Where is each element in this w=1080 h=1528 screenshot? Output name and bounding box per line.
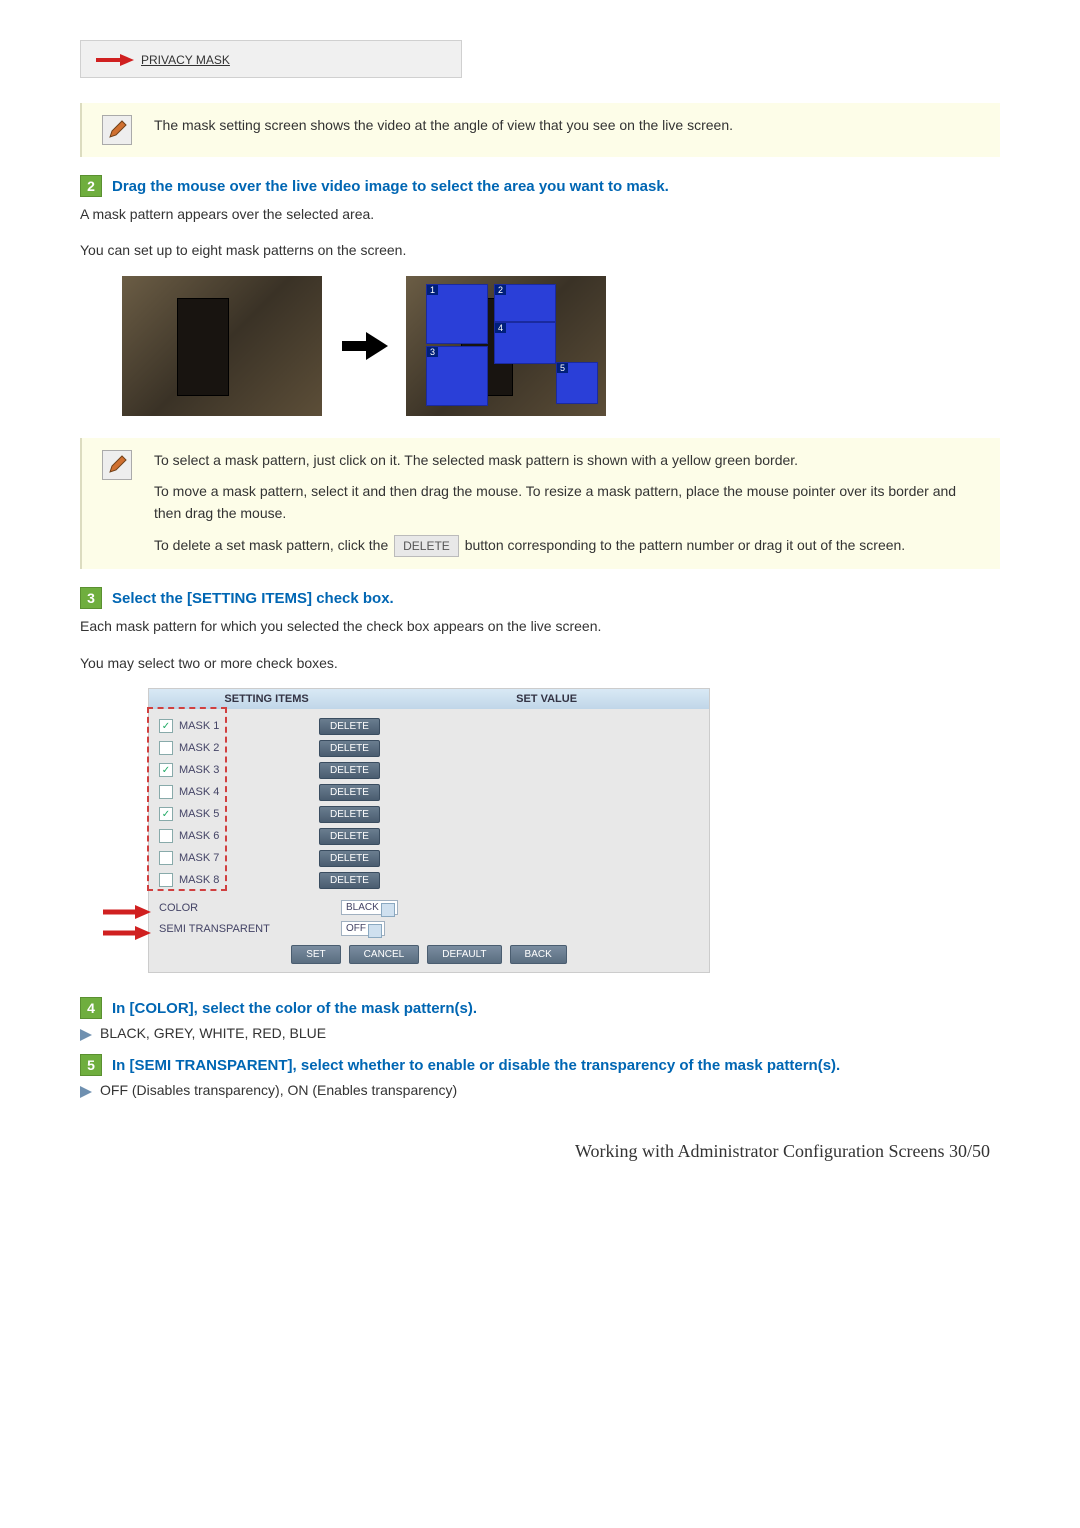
step-3-heading: 3 Select the [SETTING ITEMS] check box. [80, 587, 1000, 609]
default-button[interactable]: DEFAULT [427, 945, 501, 964]
settings-table: SETTING ITEMS SET VALUE ✓MASK 1DELETEMAS… [148, 688, 710, 973]
page-footer: Working with Administrator Configuration… [80, 1141, 1000, 1162]
delete-button[interactable]: DELETE [319, 740, 380, 757]
mask-label: MASK 2 [179, 742, 319, 754]
mask-label-5: 5 [557, 363, 568, 373]
mask-checkbox[interactable] [159, 873, 173, 887]
pencil-icon [102, 115, 132, 145]
mask-label: MASK 1 [179, 720, 319, 732]
step-4-bullet: BLACK, GREY, WHITE, RED, BLUE [80, 1025, 1000, 1044]
note-2-p2: To move a mask pattern, select it and th… [154, 481, 980, 524]
mask-checkbox[interactable] [159, 829, 173, 843]
step-5-bullet: OFF (Disables transparency), ON (Enables… [80, 1082, 1000, 1101]
step-4-bullet-text: BLACK, GREY, WHITE, RED, BLUE [100, 1025, 326, 1041]
note-1-text: The mask setting screen shows the video … [154, 115, 980, 137]
color-select[interactable]: BLACK [341, 900, 398, 915]
mask-checkbox[interactable]: ✓ [159, 807, 173, 821]
mask-illustration-row: 1 2 3 4 5 [122, 276, 1000, 416]
step-3-title: Select the [SETTING ITEMS] check box. [112, 587, 394, 609]
arrow-right-icon [340, 330, 388, 362]
color-row: COLOR BLACK [149, 897, 709, 918]
mask-label-1: 1 [427, 285, 438, 295]
delete-button[interactable]: DELETE [319, 806, 380, 823]
mask-label: MASK 3 [179, 764, 319, 776]
step-5-heading: 5 In [SEMI TRANSPARENT], select whether … [80, 1054, 1000, 1076]
mask-label-2: 2 [495, 285, 506, 295]
note-2-p3b: button corresponding to the pattern numb… [465, 537, 906, 553]
delete-button[interactable]: DELETE [319, 784, 380, 801]
mask-row: ✓ MASK 1DELETE [159, 715, 699, 737]
color-label: COLOR [159, 902, 341, 914]
bullet-icon [80, 1028, 92, 1044]
mask-row: ✓ MASK 3DELETE [159, 759, 699, 781]
mask-row: MASK 6DELETE [159, 825, 699, 847]
step-badge-2: 2 [80, 175, 102, 197]
mask-row: MASK 4DELETE [159, 781, 699, 803]
mask-checkbox[interactable] [159, 851, 173, 865]
privacy-mask-link[interactable]: PRIVACY MASK [141, 53, 230, 67]
callout-arrow-icon [103, 925, 151, 944]
step-2-heading: 2 Drag the mouse over the live video ima… [80, 175, 1000, 197]
step-5-bullet-text: OFF (Disables transparency), ON (Enables… [100, 1082, 457, 1098]
step-3-line-1: Each mask pattern for which you selected… [80, 615, 1000, 637]
mask-checkbox[interactable]: ✓ [159, 719, 173, 733]
semi-transparent-row: SEMI TRANSPARENT OFF [149, 918, 709, 939]
mask-checkbox[interactable]: ✓ [159, 763, 173, 777]
delete-button[interactable]: DELETE [319, 762, 380, 779]
footer-section-title: Working with Administrator Configuration… [575, 1141, 949, 1161]
mask-row: ✓ MASK 5DELETE [159, 803, 699, 825]
mask-row: MASK 7DELETE [159, 847, 699, 869]
mask-label-3: 3 [427, 347, 438, 357]
column-setting-items: SETTING ITEMS [149, 689, 384, 709]
camera-image-before [122, 276, 322, 416]
mask-label: MASK 4 [179, 786, 319, 798]
mask-label: MASK 7 [179, 852, 319, 864]
delete-button[interactable]: DELETE [319, 828, 380, 845]
step-2-line-1: A mask pattern appears over the selected… [80, 203, 1000, 225]
mask-checkbox[interactable] [159, 785, 173, 799]
mask-label: MASK 5 [179, 808, 319, 820]
step-2-line-2: You can set up to eight mask patterns on… [80, 239, 1000, 261]
mask-label-4: 4 [495, 323, 506, 333]
mask-label: MASK 6 [179, 830, 319, 842]
step-badge-5: 5 [80, 1054, 102, 1076]
note-box-1: The mask setting screen shows the video … [80, 103, 1000, 157]
pencil-icon [102, 450, 132, 480]
mask-row: MASK 8DELETE [159, 869, 699, 891]
note-box-2: To select a mask pattern, just click on … [80, 438, 1000, 570]
column-set-value: SET VALUE [384, 689, 709, 709]
back-button[interactable]: BACK [510, 945, 567, 964]
delete-button[interactable]: DELETE [319, 872, 380, 889]
callout-arrow-icon [103, 904, 151, 923]
camera-image-after: 1 2 3 4 5 [406, 276, 606, 416]
footer-page-number: 30/50 [949, 1141, 990, 1161]
step-3-line-2: You may select two or more check boxes. [80, 652, 1000, 674]
semi-transparent-label: SEMI TRANSPARENT [159, 923, 341, 935]
step-2-title: Drag the mouse over the live video image… [112, 175, 669, 197]
callout-arrow-icon [96, 53, 134, 67]
step-4-heading: 4 In [COLOR], select the color of the ma… [80, 997, 1000, 1019]
set-button[interactable]: SET [291, 945, 340, 964]
note-2-p3: To delete a set mask pattern, click the … [154, 535, 980, 558]
semi-transparent-select[interactable]: OFF [341, 921, 385, 936]
menu-item-privacy-mask: PRIVACY MASK [80, 40, 462, 78]
step-badge-4: 4 [80, 997, 102, 1019]
step-5-title: In [SEMI TRANSPARENT], select whether to… [112, 1054, 840, 1076]
bullet-icon [80, 1085, 92, 1101]
note-2-p1: To select a mask pattern, just click on … [154, 450, 980, 472]
note-2-p3a: To delete a set mask pattern, click the [154, 537, 392, 553]
mask-checkbox[interactable] [159, 741, 173, 755]
cancel-button[interactable]: CANCEL [349, 945, 420, 964]
delete-button[interactable]: DELETE [319, 718, 380, 735]
mask-label: MASK 8 [179, 874, 319, 886]
mask-row: MASK 2DELETE [159, 737, 699, 759]
step-badge-3: 3 [80, 587, 102, 609]
inline-delete-button: DELETE [394, 535, 459, 558]
step-4-title: In [COLOR], select the color of the mask… [112, 997, 477, 1019]
delete-button[interactable]: DELETE [319, 850, 380, 867]
